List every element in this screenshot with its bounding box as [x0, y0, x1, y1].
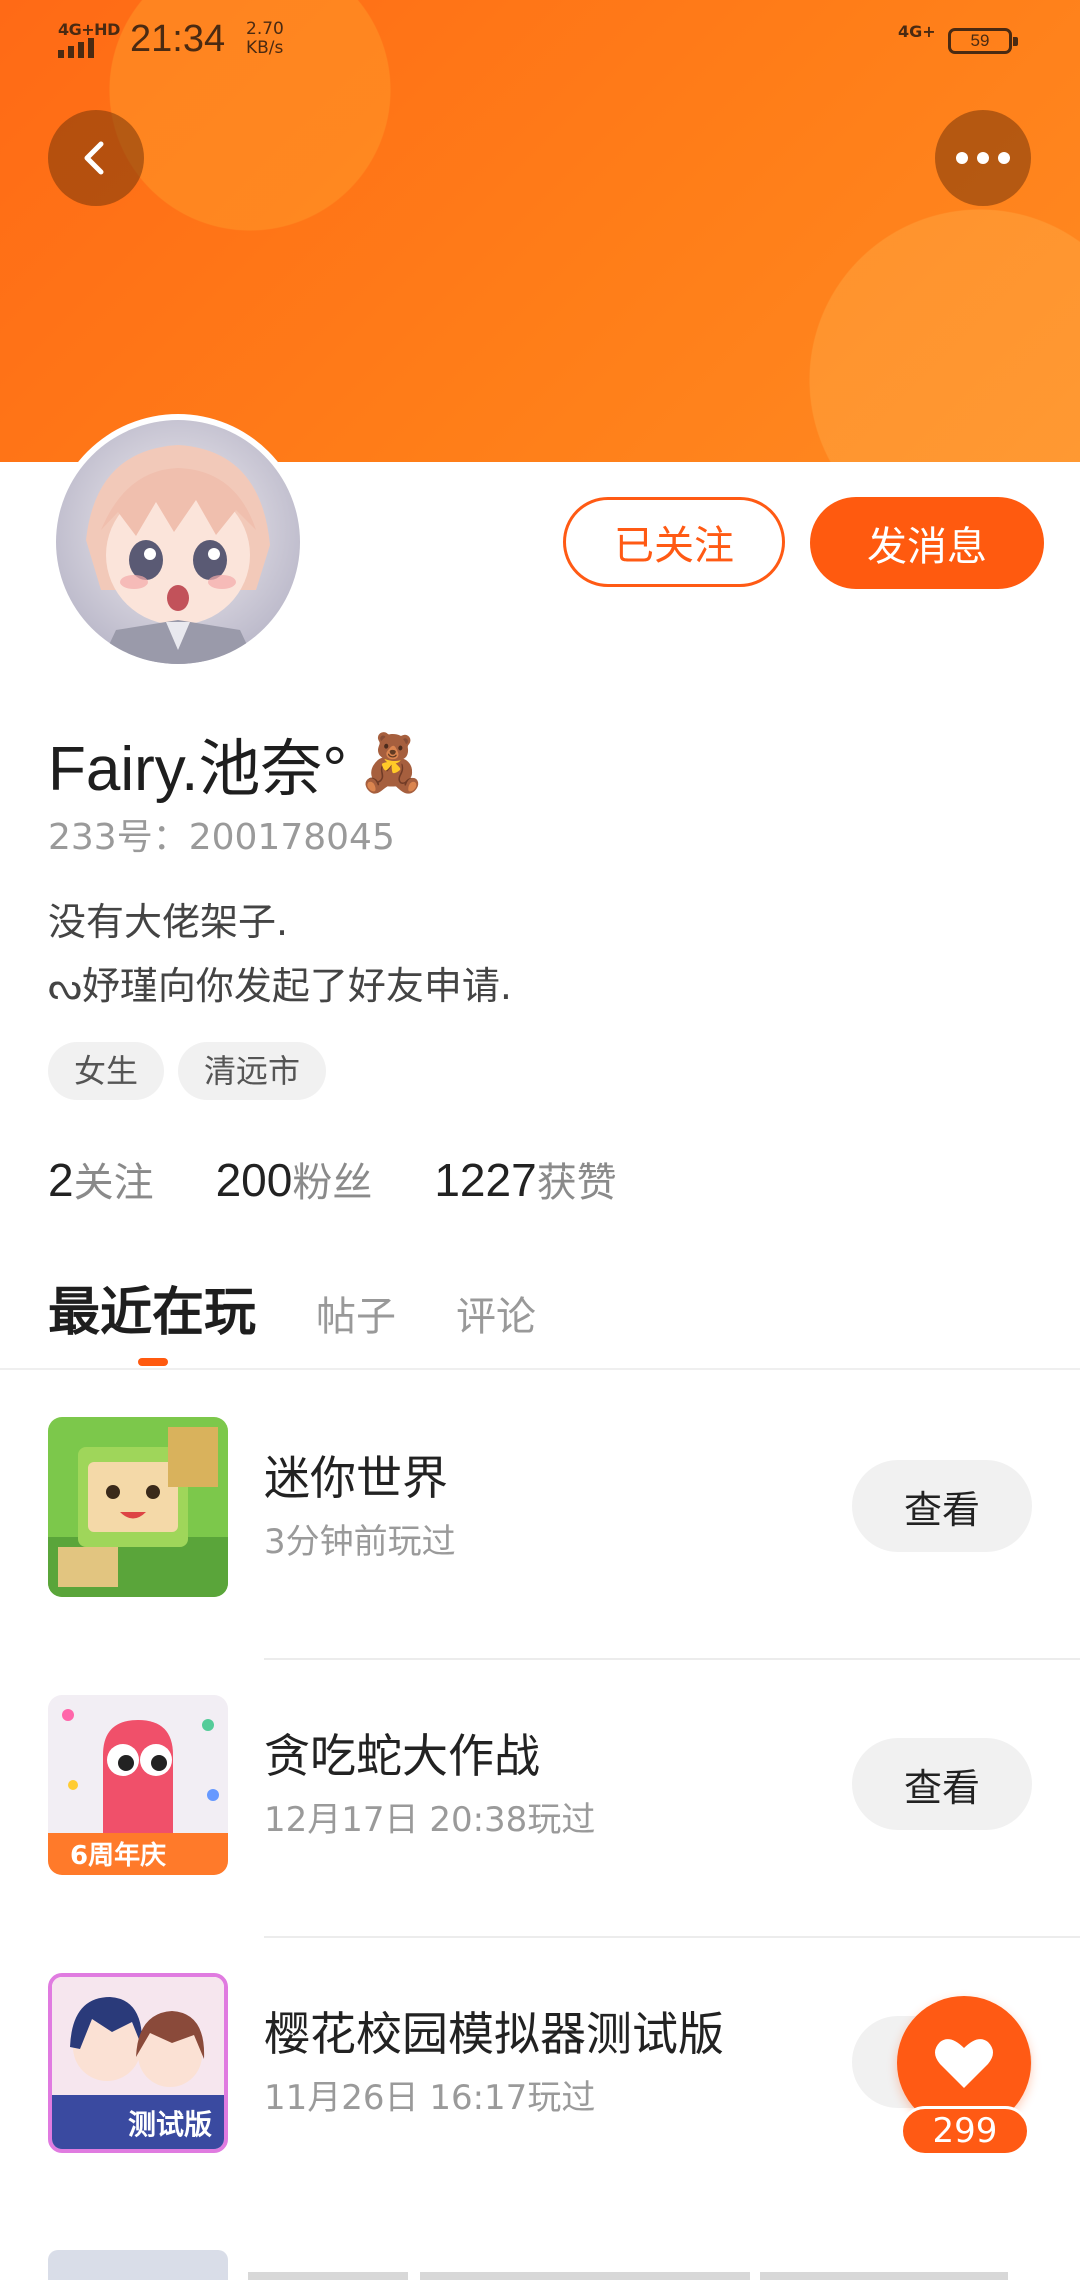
user-stats: 2关注 200粉丝 1227获赞 [48, 1150, 617, 1208]
speed-unit: KB/s [246, 38, 284, 58]
following-count: 2 [48, 1154, 74, 1206]
game-icon-snake: 6周年庆 [48, 1695, 228, 1875]
fans-count: 200 [215, 1154, 293, 1206]
signal-icon [58, 38, 94, 58]
profile-tabs: 最近在玩 帖子 评论 [48, 1270, 536, 1345]
likes-count: 1227 [434, 1154, 537, 1206]
bio-line: 没有大佬架子. [48, 900, 289, 944]
stat-likes[interactable]: 1227获赞 [434, 1150, 616, 1208]
list-item[interactable]: 迷你世界 3分钟前玩过 查看 [0, 1382, 1080, 1660]
speed-value: 2.70 [246, 19, 284, 39]
stat-following[interactable]: 2关注 [48, 1150, 154, 1208]
back-arrow-icon [84, 141, 104, 175]
user-name-text: Fairy.池奈° [48, 735, 348, 804]
clock: 21:34 [130, 18, 226, 60]
tab-comments[interactable]: 评论 [456, 1284, 536, 1342]
avatar-image [56, 420, 300, 664]
stat-fans[interactable]: 200粉丝 [216, 1150, 373, 1208]
game-last-played: 11月26日 16:17玩过 [264, 2078, 596, 2118]
like-count-badge: 299 [900, 2106, 1030, 2156]
sakura-badge: 测试版 [128, 2108, 213, 2141]
tag-location: 清远市 [178, 1042, 327, 1100]
game-last-played: 12月17日 20:38玩过 [264, 1800, 596, 1840]
game-last-played: 3分钟前玩过 [264, 1522, 456, 1562]
avatar[interactable] [50, 414, 306, 670]
snake-badge: 6周年庆 [70, 1841, 167, 1871]
followed-button[interactable]: 已关注 [563, 497, 785, 587]
user-id: 233号：200178045 [48, 817, 395, 858]
battery-level: 59 [970, 31, 990, 50]
view-button[interactable]: 查看 [852, 1738, 1032, 1830]
view-button[interactable]: 查看 [852, 1460, 1032, 1552]
fans-label: 粉丝 [292, 1160, 373, 1206]
likes-label: 获赞 [536, 1160, 617, 1206]
tab-posts[interactable]: 帖子 [316, 1284, 396, 1342]
active-tab-indicator [138, 1358, 168, 1366]
more-dots-icon [956, 152, 1010, 164]
more-button[interactable] [935, 110, 1031, 206]
tag-gender: 女生 [48, 1042, 165, 1100]
user-bio: 没有大佬架子. ᔓ妤瑾向你发起了好友申请. [48, 890, 512, 1018]
teddy-bear-icon: 🧸 [357, 731, 427, 794]
bio-line: ᔓ妤瑾向你发起了好友申请. [48, 964, 512, 1008]
list-item[interactable]: 6周年庆 贪吃蛇大作战 12月17日 20:38玩过 查看 [0, 1660, 1080, 1938]
network-indicator: 4G+HD [58, 20, 120, 39]
tab-recent-play[interactable]: 最近在玩 [48, 1270, 256, 1345]
network-type: 4G+ [898, 22, 936, 41]
divider [0, 1368, 1080, 1370]
network-speed: 2.70 KB/s [246, 20, 284, 58]
user-tags: 女生 清远市 [48, 1042, 327, 1100]
user-name: Fairy.池奈° 🧸 [48, 718, 427, 808]
game-icon-mini-world [48, 1417, 228, 1597]
profile-banner: 4G+HD 21:34 2.70 KB/s 4G+ 59 [0, 0, 1080, 462]
following-label: 关注 [73, 1160, 154, 1206]
game-name: 贪吃蛇大作战 [264, 1729, 540, 1783]
game-name: 迷你世界 [264, 1451, 448, 1505]
list-item-partial [48, 2250, 1048, 2280]
status-bar: 4G+HD 21:34 2.70 KB/s 4G+ 59 [0, 0, 1080, 80]
back-button[interactable] [48, 110, 144, 206]
game-name: 樱花校园模拟器测试版 [264, 2007, 724, 2061]
battery-icon: 59 [948, 28, 1018, 54]
send-message-button[interactable]: 发消息 [810, 497, 1044, 589]
heart-icon [935, 2039, 993, 2088]
game-icon-sakura-school: 测试版 [48, 1973, 228, 2153]
